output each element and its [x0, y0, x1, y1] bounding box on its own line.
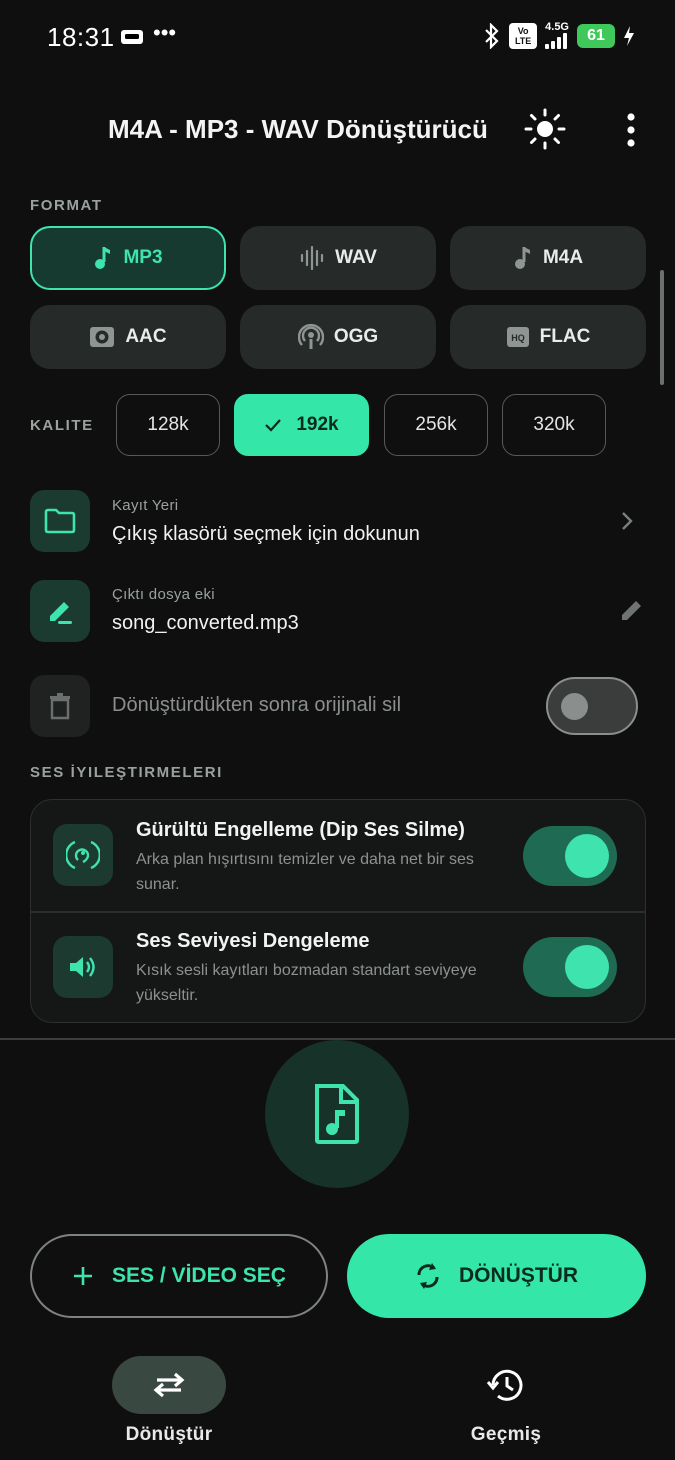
delete-original-label: Dönüştürdükten sonra orijinali sil [112, 694, 402, 716]
toggle-knob [561, 693, 588, 720]
select-media-button[interactable]: SES / VİDEO SEÇ [30, 1234, 328, 1318]
output-suffix-value: song_converted.mp3 [112, 612, 299, 634]
toggle-knob [565, 945, 609, 989]
quality-section-label: KALITE [30, 417, 94, 434]
format-option-m4a[interactable]: M4A [450, 226, 646, 290]
enhancement-description: Arka plan hışırtısını temizler ve daha n… [136, 851, 474, 893]
status-bar: 18:31 ••• Vo LTE 4.5G 61 [0, 0, 675, 76]
swap-icon [112, 1356, 226, 1414]
sync-icon [417, 1263, 439, 1289]
nav-label: Dönüştür [125, 1424, 213, 1445]
more-notifications-icon: ••• [153, 20, 177, 45]
save-location-value: Çıkış klasörü seçmek için dokunun [112, 523, 420, 545]
noise-cancel-toggle[interactable] [523, 826, 617, 886]
output-suffix-label: Çıktı dosya eki [112, 586, 215, 603]
delete-original-toggle[interactable] [546, 677, 638, 735]
nav-label: Geçmiş [470, 1424, 542, 1445]
waveform-icon [300, 245, 324, 271]
more-vert-icon[interactable] [618, 112, 644, 153]
volume-icon [53, 936, 113, 998]
enhancement-title: Ses Seviyesi Dengeleme [136, 930, 370, 952]
format-option-mp3[interactable]: MP3 [30, 226, 226, 290]
quality-option-256k[interactable]: 256k [384, 394, 488, 456]
format-option-label: WAV [335, 247, 377, 268]
format-option-label: OGG [333, 326, 379, 347]
folder-icon [30, 490, 90, 552]
quality-option-128k[interactable]: 128k [116, 394, 220, 456]
save-location-label: Kayıt Yeri [112, 497, 179, 514]
plus-icon [74, 1267, 93, 1285]
convert-label: DÖNÜŞTÜR [459, 1264, 578, 1287]
volume-normalize-toggle[interactable] [523, 937, 617, 997]
enhancement-description: Kısık sesli kayıtları bozmadan standart … [136, 962, 477, 1004]
noise-cancel-icon [53, 824, 113, 886]
format-option-label: MP3 [123, 247, 163, 268]
charging-icon [624, 25, 634, 46]
signal-icon: 4.5G [545, 22, 569, 49]
nav-convert[interactable]: Dönüştür [69, 1356, 269, 1446]
speaker-icon [90, 327, 115, 347]
quality-option-label: 192k [296, 414, 339, 435]
history-icon [449, 1356, 563, 1414]
cast-icon [120, 28, 144, 51]
format-option-wav[interactable]: WAV [240, 226, 436, 290]
app-header: M4A - MP3 - WAV Dönüştürücü [0, 100, 675, 160]
battery-level: 61 [577, 23, 615, 48]
quality-option-label: 256k [415, 414, 457, 435]
format-option-label: AAC [125, 326, 167, 347]
audio-file-icon[interactable] [265, 1040, 409, 1188]
card-divider [31, 911, 645, 913]
quality-option-192k[interactable]: 192k [234, 394, 369, 456]
volte-badge: Vo LTE [509, 22, 538, 49]
trash-icon [30, 675, 90, 737]
network-type: 4.5G [545, 21, 569, 33]
quality-option-320k[interactable]: 320k [502, 394, 606, 456]
enhancements-section-label: SES İYILEŞTIRMELERI [30, 764, 223, 781]
check-icon [265, 419, 282, 432]
format-option-ogg[interactable]: OGG [240, 305, 436, 369]
music-note-icon [514, 247, 530, 269]
format-option-aac[interactable]: AAC [30, 305, 226, 369]
podcast-icon [297, 323, 324, 349]
page-title: M4A - MP3 - WAV Dönüştürücü [108, 114, 488, 144]
status-time: 18:31 [47, 22, 115, 52]
scrollbar[interactable] [660, 270, 664, 385]
pencil-icon[interactable] [620, 598, 644, 624]
hq-icon: HQ [506, 327, 529, 347]
toggle-knob [565, 834, 609, 878]
svg-text:HQ: HQ [511, 333, 525, 343]
enhancements-card: Gürültü Engelleme (Dip Ses Silme) Arka p… [30, 799, 646, 1023]
nav-history[interactable]: Geçmiş [406, 1356, 606, 1446]
format-option-flac[interactable]: HQ FLAC [450, 305, 646, 369]
chevron-right-icon [622, 512, 633, 530]
quality-option-label: 128k [147, 414, 189, 435]
convert-button[interactable]: DÖNÜŞTÜR [347, 1234, 646, 1318]
music-note-icon [95, 247, 111, 269]
format-section-label: FORMAT [30, 197, 103, 214]
edit-icon [30, 580, 90, 642]
select-media-label: SES / VİDEO SEÇ [112, 1264, 286, 1287]
enhancement-title: Gürültü Engelleme (Dip Ses Silme) [136, 819, 465, 841]
sun-icon[interactable] [524, 108, 566, 155]
format-option-label: FLAC [539, 326, 591, 347]
format-option-label: M4A [542, 247, 584, 268]
quality-option-label: 320k [533, 414, 575, 435]
bluetooth-icon [485, 22, 499, 49]
